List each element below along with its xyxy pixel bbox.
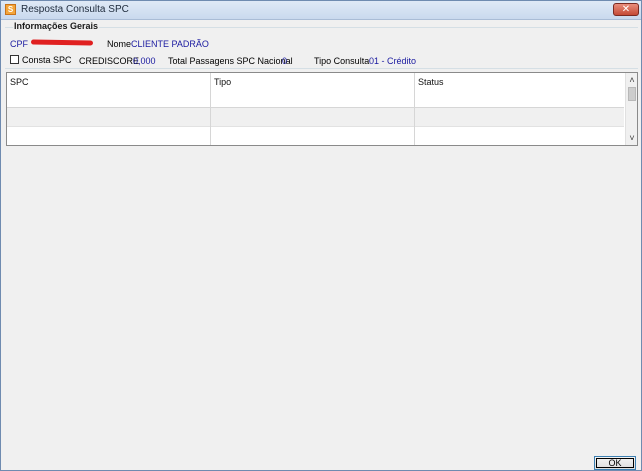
ok-button-label: OK — [608, 458, 622, 468]
table-row[interactable] — [7, 108, 624, 127]
cpf-value-redacted — [30, 39, 94, 46]
chevron-up-icon[interactable]: ˄ — [626, 74, 637, 86]
name-value: CLIENTE PADRÃO — [131, 39, 209, 49]
column-divider — [210, 73, 211, 145]
total-passagens-label: Total Passagens SPC Nacional — [168, 56, 293, 66]
tipo-consulta-value: 01 - Crédito — [369, 56, 417, 66]
chevron-down-icon[interactable]: ˅ — [626, 132, 637, 144]
title-bar[interactable]: S Resposta Consulta SPC ✕ — [1, 1, 641, 20]
results-grid[interactable]: SPC Tipo Status ˄ ˅ — [6, 72, 638, 146]
column-header-spc[interactable]: SPC — [10, 77, 29, 87]
dialog-window: S Resposta Consulta SPC ✕ Informações Ge… — [0, 0, 642, 471]
consta-spc-label[interactable]: Consta SPC — [22, 55, 72, 65]
crediscore-label: CREDISCORE — [79, 56, 140, 66]
scroll-thumb[interactable] — [628, 87, 636, 101]
consta-spc-checkbox[interactable] — [10, 55, 19, 64]
grid-header: SPC Tipo Status — [7, 73, 624, 108]
close-icon: ✕ — [621, 4, 631, 15]
column-divider — [414, 73, 415, 145]
ok-button[interactable]: OK — [594, 456, 636, 470]
name-label: Nome — [107, 39, 132, 49]
total-passagens-value: 0 — [282, 56, 288, 66]
column-header-status[interactable]: Status — [418, 77, 444, 87]
window-title: Resposta Consulta SPC — [21, 4, 129, 15]
crediscore-value: 0,000 — [133, 56, 156, 66]
group-title: Informações Gerais — [13, 21, 100, 31]
app-icon[interactable]: S — [5, 4, 16, 15]
tipo-consulta-label: Tipo Consulta — [314, 56, 370, 66]
cpf-label: CPF — [10, 39, 28, 49]
table-row[interactable] — [7, 127, 624, 145]
close-button[interactable]: ✕ — [613, 3, 639, 16]
column-header-tipo[interactable]: Tipo — [214, 77, 231, 87]
vertical-scrollbar[interactable]: ˄ ˅ — [625, 73, 637, 145]
